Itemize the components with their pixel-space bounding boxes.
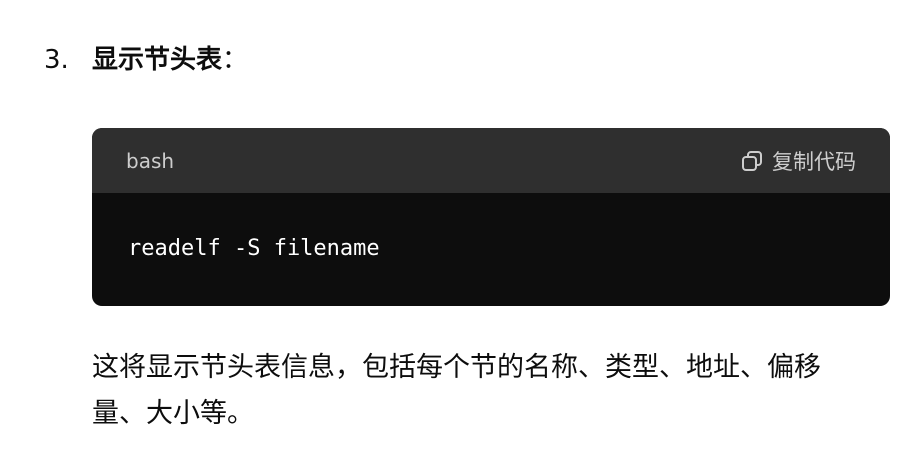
list-item-colon: ： bbox=[222, 45, 249, 75]
code-block: bash 复制代码 readelf -S filename bbox=[92, 128, 890, 306]
description-paragraph: 这将显示节头表信息，包括每个节的名称、类型、地址、偏移量、大小等。 bbox=[92, 352, 821, 429]
copy-icon bbox=[740, 149, 764, 173]
copy-code-button[interactable]: 复制代码 bbox=[740, 146, 856, 176]
code-block-header: bash 复制代码 bbox=[92, 128, 890, 193]
numbered-list-item: 3. 显示节头表： bbox=[44, 40, 248, 80]
code-content: readelf -S filename bbox=[128, 236, 380, 261]
list-item-title: 显示节头表 bbox=[92, 45, 223, 75]
list-number: 3. bbox=[44, 45, 69, 75]
chat-message-content: 3. 显示节头表： bash 复制代码 readelf -S filename 这… bbox=[0, 0, 913, 461]
copy-code-label: 复制代码 bbox=[772, 149, 856, 174]
code-language-label: bash bbox=[126, 148, 175, 173]
